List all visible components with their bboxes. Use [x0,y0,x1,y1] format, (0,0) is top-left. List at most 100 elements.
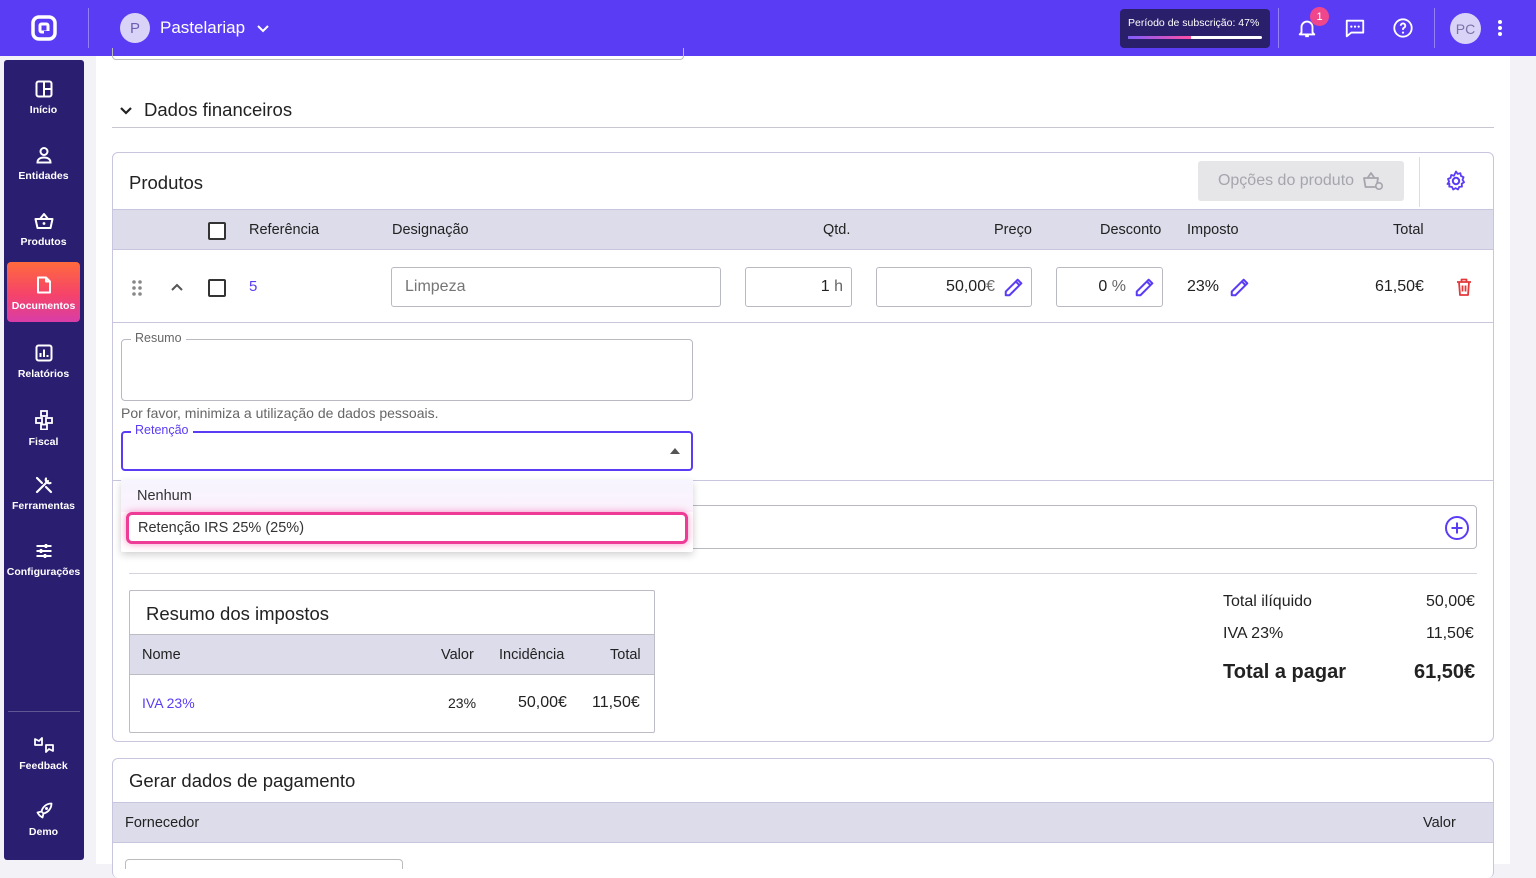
net-total-label: Total ilíquido [1223,593,1312,610]
gear-icon[interactable] [1444,169,1468,193]
row-checkbox[interactable] [208,279,226,297]
sidebar-item-label: Fiscal [28,436,59,448]
basket-settings-icon [1363,172,1384,191]
pay-total-label: Total a pagar [1223,661,1346,683]
sidebar-item-ferramentas[interactable]: Ferramentas [7,462,80,520]
sidebar: Início Entidades Produtos Documentos Rel… [4,60,84,860]
tax-row-incidence: 50,00€ [518,694,567,711]
column-reference[interactable]: Referência [249,222,319,238]
rocket-icon [36,802,52,819]
subscription-label: Período de subscrição: 47% [1128,17,1260,29]
column-value[interactable]: Valor [1423,815,1456,831]
chevron-up-icon[interactable] [169,279,185,295]
qty-value: 1 [820,278,830,295]
subscription-progress-fill [1128,36,1191,39]
chevron-down-icon [257,25,269,33]
plus-circle-icon[interactable] [1444,515,1470,541]
sidebar-item-label: Início [29,104,58,116]
sidebar-item-relatorios[interactable]: Relatórios [7,330,80,388]
subscription-period[interactable]: Período de subscrição: 47% [1120,9,1270,48]
retention-option-irs-25[interactable]: Retenção IRS 25% (25%) [126,512,688,544]
company-avatar: P [120,13,150,43]
summary-textarea[interactable] [121,339,693,401]
notification-badge: 1 [1310,7,1329,26]
tax-col-name: Nome [142,647,181,663]
tax-row-total: 11,50€ [592,694,640,711]
column-supplier[interactable]: Fornecedor [125,815,199,831]
edit-discount-pencil-icon[interactable] [1134,276,1156,298]
column-designation[interactable]: Designação [392,222,469,238]
sidebar-item-demo[interactable]: Demo [7,788,80,846]
company-name: Pastelariap [160,18,246,37]
products-card: Produtos Opções do produto Referência De… [112,152,1494,742]
vat-total-value: 11,50€ [1426,625,1474,642]
sidebar-item-entidades[interactable]: Entidades [7,132,80,190]
sidebar-item-label: Documentos [11,300,76,312]
qty-unit: h [834,278,843,295]
sidebar-item-produtos[interactable]: Produtos [7,198,80,256]
document-icon [36,276,51,294]
product-row-details: Resumo Por favor, minimiza a utilização … [113,323,1493,481]
edit-price-pencil-icon[interactable] [1003,276,1025,298]
tax-summary-header: Nome Valor Incidência Total [130,634,654,675]
topbar-divider [1278,8,1279,48]
column-price[interactable]: Preço [994,222,1032,238]
sidebar-item-inicio[interactable]: Início [7,66,80,124]
scrollbar-track[interactable] [1510,56,1536,864]
sidebar-item-configuracoes[interactable]: Configurações [7,528,80,586]
tax-summary-title: Resumo dos impostos [146,603,330,624]
tax-col-incidence: Incidência [499,647,565,663]
help-icon[interactable] [1389,14,1417,42]
discount-unit: % [1111,278,1126,295]
products-title: Produtos [129,172,204,193]
card-divider [1419,157,1420,207]
person-icon [35,147,52,164]
app-logo-icon[interactable] [30,14,58,42]
subscription-progress-bar [1128,36,1262,39]
vat-total-label: IVA 23% [1223,625,1284,642]
sidebar-item-documentos[interactable]: Documentos [7,262,80,322]
tax-row-value: 23% [448,695,477,711]
retention-option-nenhum[interactable]: Nenhum [121,480,693,512]
product-reference-link[interactable]: 5 [249,278,257,295]
chat-icon[interactable] [1341,14,1369,42]
column-total[interactable]: Total [1393,222,1424,238]
payment-table-header: Fornecedor Valor [113,802,1493,843]
drag-handle-icon[interactable] [131,279,143,297]
more-vertical-icon[interactable] [1486,14,1514,42]
sidebar-item-label: Feedback [19,760,68,772]
select-all-checkbox[interactable] [208,222,226,240]
chart-icon [35,344,52,362]
previous-field[interactable] [112,48,684,60]
company-selector[interactable]: P Pastelariap [120,13,271,43]
delete-trash-icon[interactable] [1455,277,1473,297]
basket-icon [34,213,53,229]
table-row: IVA 23% 23% 50,00€ 11,50€ [130,675,654,732]
discount-value: 0 [1098,278,1108,295]
retention-select[interactable] [121,431,693,471]
tax-summary-card: Resumo dos impostos Nome Valor Incidênci… [129,590,655,733]
sidebar-item-feedback[interactable]: Feedback [7,722,80,780]
summary-label: Resumo [131,331,186,345]
column-discount[interactable]: Desconto [1100,222,1161,238]
product-options-button[interactable]: Opções do produto [1198,161,1404,201]
feedback-icon [33,737,54,753]
sliders-icon [36,544,51,558]
sidebar-item-label: Produtos [20,236,67,248]
column-tax[interactable]: Imposto [1187,222,1239,238]
tax-row-name-link[interactable]: IVA 23% [142,695,195,711]
section-header-dados-financeiros[interactable]: Dados financeiros [112,92,1494,128]
tools-icon [35,476,52,494]
supplier-field[interactable] [125,859,403,869]
qty-input[interactable]: 1 h [745,267,852,307]
row-total: 61,50€ [1375,278,1424,295]
product-options-label: Opções do produto [1217,172,1355,189]
tax-col-total: Total [610,647,641,663]
column-qty[interactable]: Qtd. [823,222,850,238]
user-avatar[interactable]: PC [1450,13,1481,44]
sidebar-item-label: Demo [28,826,59,838]
sidebar-item-fiscal[interactable]: Fiscal [7,396,80,454]
designation-input[interactable] [391,267,721,307]
payment-card: Gerar dados de pagamento Fornecedor Valo… [112,758,1494,878]
edit-tax-pencil-icon[interactable] [1229,276,1251,298]
